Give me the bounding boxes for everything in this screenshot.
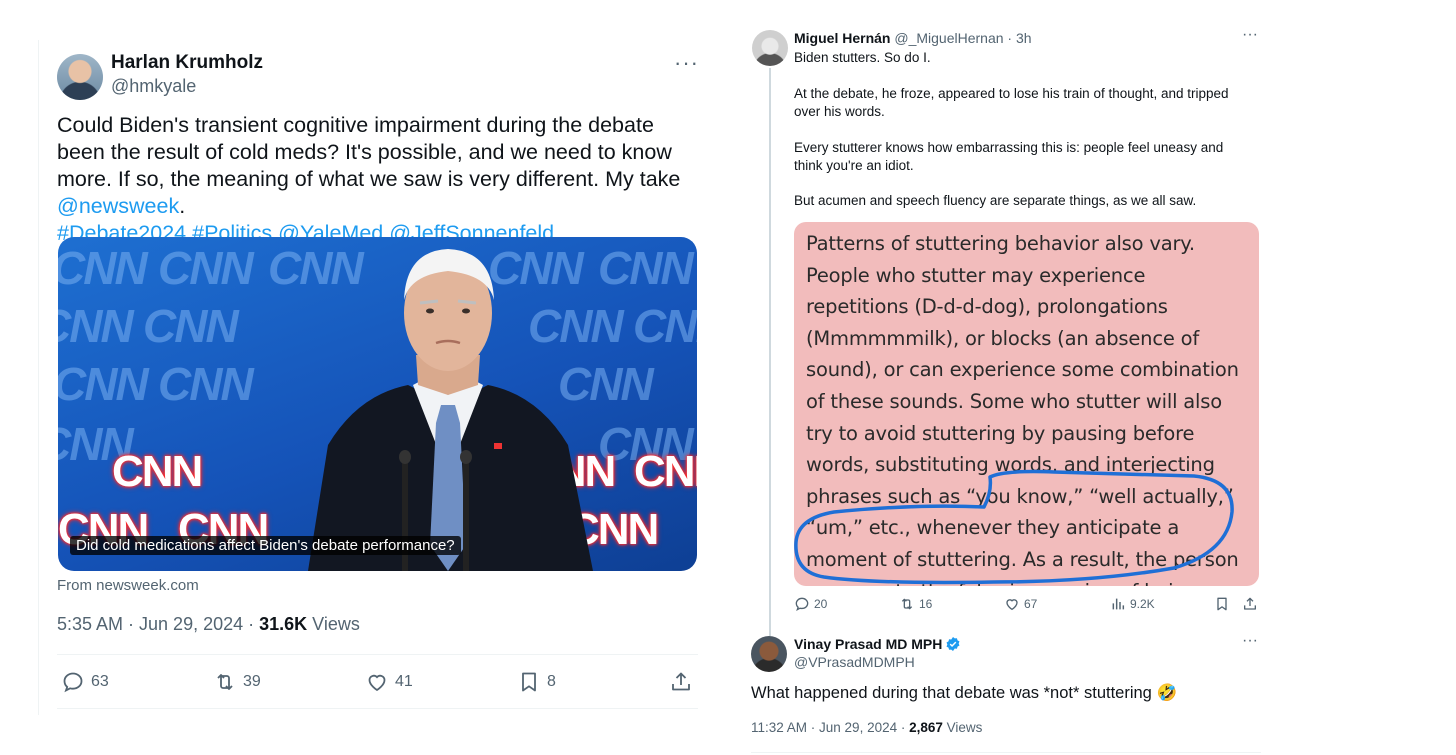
tweet-paragraph-3: Every stutterer knows how embarrassing t…	[794, 140, 1224, 173]
link-source[interactable]: From newsweek.com	[57, 577, 199, 594]
cnn-logo-bg: CNN	[598, 242, 694, 294]
bookmark-button[interactable]: 8	[517, 668, 556, 696]
author-handle[interactable]: @_MiguelHernan	[894, 30, 1003, 46]
views-label: Views	[307, 614, 360, 634]
bookmark-icon	[522, 672, 536, 692]
views-count: 31.6K	[259, 614, 308, 634]
retweet-count: 39	[243, 673, 261, 690]
right-thread: Miguel Hernán @_MiguelHernan · 3h ··· Bi…	[740, 20, 1270, 755]
retweet-button[interactable]: 16	[899, 596, 932, 612]
reply-icon	[795, 597, 809, 611]
tweet-header: Miguel Hernán @_MiguelHernan · 3h	[794, 30, 1032, 46]
hand-drawn-circle-annotation	[794, 469, 1234, 585]
retweet-icon	[217, 674, 233, 690]
share-button[interactable]	[669, 668, 693, 696]
cnn-logo-bg: CNN	[143, 300, 239, 352]
cnn-logo-bg: CNN	[633, 300, 697, 352]
quoted-text-image[interactable]: Patterns of stuttering behavior also var…	[794, 222, 1259, 586]
author-name[interactable]: Harlan Krumholz	[111, 52, 263, 74]
reply-count: 20	[814, 597, 828, 611]
more-icon[interactable]: ···	[1242, 26, 1258, 44]
author-name-row: Vinay Prasad MD MPH	[794, 636, 961, 652]
tweet-timestamp[interactable]: 11:32 AM · Jun 29, 2024 ·	[751, 720, 909, 735]
reply-button[interactable]: 63	[61, 668, 109, 696]
retweet-count: 16	[919, 597, 933, 611]
author-handle[interactable]: @VPrasadMDMPH	[794, 654, 915, 670]
tweet-meta: 11:32 AM · Jun 29, 2024 · 2,867 Views	[751, 720, 982, 735]
share-icon	[672, 672, 690, 691]
like-count: 41	[395, 673, 413, 690]
tweet-time[interactable]: · 3h	[1007, 30, 1031, 46]
tweet-period: .	[179, 194, 186, 218]
image-caption: Did cold medications affect Biden's deba…	[70, 536, 461, 555]
cnn-logo-red: CNN	[634, 447, 697, 496]
views-count: 9.2K	[1130, 597, 1155, 611]
retweet-icon	[901, 598, 913, 610]
bookmark-button[interactable]	[1214, 596, 1230, 612]
cnn-logo-bg: CNN	[158, 358, 254, 410]
cnn-logo-red: CNN	[112, 447, 203, 496]
person-photo	[308, 249, 593, 571]
divider	[57, 708, 698, 709]
views-icon	[1112, 598, 1125, 610]
tweet-text: What happened during that debate was *no…	[751, 684, 1177, 702]
bookmark-count: 8	[547, 673, 556, 690]
cnn-logo-bg: CNN	[58, 300, 134, 352]
views-button[interactable]: 9.2K	[1110, 596, 1155, 612]
like-button[interactable]: 67	[1004, 596, 1037, 612]
tweet-paragraph-4: But acumen and speech fluency are separa…	[794, 193, 1197, 208]
left-tweet-border	[38, 40, 39, 715]
like-icon	[1006, 599, 1018, 611]
left-tweet: Harlan Krumholz @hmkyale ··· Could Biden…	[40, 40, 710, 720]
cnn-logo-bg: CNN	[158, 242, 254, 294]
views-label: Views	[942, 720, 983, 735]
tweet-timestamp[interactable]: 5:35 AM · Jun 29, 2024 ·	[57, 614, 259, 634]
action-bar: 20 16 67 9.2K	[794, 596, 1264, 616]
like-icon	[368, 674, 386, 692]
reply-count: 63	[91, 673, 109, 690]
tweet-body: Could Biden's transient cognitive impair…	[57, 113, 681, 191]
tweet-text: Could Biden's transient cognitive impair…	[57, 112, 707, 247]
cnn-logo-bg: CNN	[58, 358, 149, 410]
action-bar: 63 39 41 8	[57, 668, 698, 698]
bookmark-icon	[1217, 597, 1227, 611]
thread-line	[769, 68, 771, 636]
share-button[interactable]	[1242, 596, 1258, 612]
like-button[interactable]: 41	[365, 668, 413, 696]
avatar[interactable]	[752, 30, 788, 66]
verified-badge-icon	[946, 637, 960, 651]
tweet-meta: 5:35 AM · Jun 29, 2024 · 31.6K Views	[57, 614, 360, 635]
tweet-paragraph-1: Biden stutters. So do I.	[794, 50, 931, 65]
cnn-logo-bg: CNN	[58, 242, 148, 294]
link-card-image[interactable]: CNN CNN CNN CNN CNN CNN CNN CNN CNN CNN …	[58, 237, 697, 571]
avatar[interactable]	[57, 54, 103, 100]
author-name[interactable]: Miguel Hernán	[794, 30, 890, 46]
tweet-paragraph-2: At the debate, he froze, appeared to los…	[794, 86, 1229, 119]
views-count: 2,867	[909, 720, 943, 735]
divider	[751, 752, 1261, 753]
more-icon[interactable]: ···	[1242, 632, 1258, 650]
share-icon	[1244, 597, 1256, 610]
more-icon[interactable]: ···	[674, 50, 699, 76]
author-handle[interactable]: @hmkyale	[111, 76, 196, 97]
divider	[57, 654, 698, 655]
avatar[interactable]	[751, 636, 787, 672]
reply-icon	[63, 672, 83, 693]
reply-button[interactable]: 20	[794, 596, 827, 612]
retweet-button[interactable]: 39	[213, 668, 261, 696]
author-name[interactable]: Vinay Prasad MD MPH	[794, 636, 942, 652]
like-count: 67	[1024, 597, 1038, 611]
mention-newsweek[interactable]: @newsweek	[57, 194, 179, 218]
